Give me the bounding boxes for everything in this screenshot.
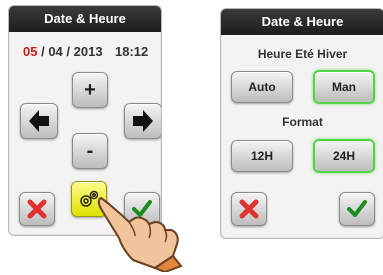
format-12h-button[interactable]: 12H bbox=[231, 140, 293, 172]
decrement-button[interactable]: - bbox=[72, 133, 108, 169]
date-year: 2013 bbox=[73, 44, 103, 59]
confirm-button[interactable] bbox=[339, 192, 375, 226]
dst-auto-button[interactable]: Auto bbox=[231, 71, 293, 103]
close-icon bbox=[27, 199, 47, 219]
format-label: Format bbox=[282, 115, 323, 129]
minus-label: - bbox=[86, 139, 94, 162]
right-arrow-icon bbox=[133, 110, 153, 132]
plus-label: + bbox=[84, 78, 96, 101]
dst-auto-label: Auto bbox=[248, 80, 276, 94]
date-display: 05 / 04 / 2013 bbox=[23, 44, 103, 59]
format-24h-label: 24H bbox=[332, 149, 355, 163]
panel-title: Date & Heure bbox=[221, 9, 383, 35]
format-24h-button[interactable]: 24H bbox=[313, 139, 375, 173]
format-12h-label: 12H bbox=[250, 149, 273, 163]
dst-manual-button[interactable]: Man bbox=[313, 70, 375, 104]
time-display: 18:12 bbox=[115, 44, 149, 59]
dst-manual-label: Man bbox=[332, 80, 356, 94]
checkmark-icon bbox=[347, 200, 367, 217]
increment-button[interactable]: + bbox=[72, 72, 108, 108]
next-field-button[interactable] bbox=[124, 103, 161, 139]
pointing-hand-icon bbox=[97, 197, 183, 272]
close-icon bbox=[239, 199, 259, 219]
cancel-button[interactable] bbox=[231, 192, 267, 226]
dst-label: Heure Eté Hiver bbox=[257, 47, 348, 61]
cancel-button[interactable] bbox=[19, 192, 55, 226]
left-arrow-icon bbox=[29, 110, 49, 132]
date-day[interactable]: 05 bbox=[23, 44, 37, 59]
dst-format-panel: Date & Heure Heure Eté Hiver Auto Man Fo… bbox=[220, 8, 383, 239]
previous-field-button[interactable] bbox=[20, 103, 58, 139]
date-month-sep: / 04 / bbox=[41, 44, 71, 59]
panel-title: Date & Heure bbox=[9, 6, 161, 32]
